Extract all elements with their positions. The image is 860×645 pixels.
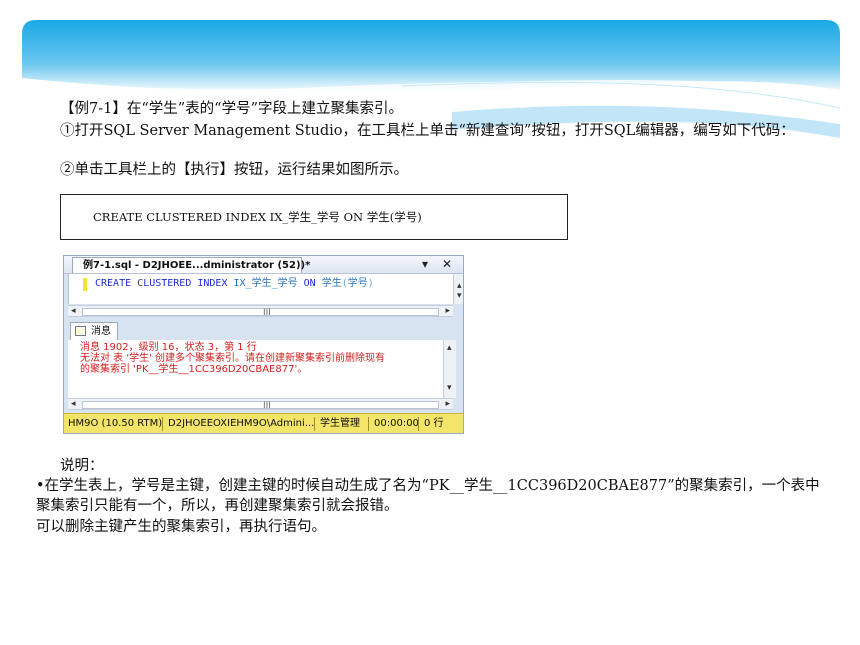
close-icon[interactable]: ✕ — [442, 256, 452, 273]
status-login: D2JHOEEOXIEHM9O\Admini... — [168, 418, 315, 429]
sql-editor[interactable]: CREATE CLUSTERED INDEX IX_学生_学号 ON 学生(学号… — [68, 274, 463, 304]
messages-tab[interactable]: 消息 — [70, 322, 118, 340]
messages-scroll-grip: III — [263, 401, 271, 411]
code-text: CREATE CLUSTERED INDEX IX_学生_学号 ON 学生(学号… — [93, 210, 422, 224]
status-database: 学生管理 — [320, 418, 360, 429]
table-name: 学生 — [321, 278, 342, 289]
note-last-line: 可以删除主键产生的聚集索引，再执行语句。 — [36, 519, 326, 535]
scroll-grip: III — [263, 308, 271, 318]
message-line-3: 的聚集索引 'PK__学生__1CC396D20CBAE877'。 — [80, 364, 308, 375]
messages-scroll-thumb[interactable]: III — [82, 401, 439, 411]
ssms-query-window: 例7-1.sql - D2JHOEE...dministrator (52))*… — [63, 255, 464, 434]
scroll-thumb[interactable]: III — [82, 308, 439, 318]
editor-horizontal-scrollbar[interactable]: ◂ III ▸ — [68, 305, 453, 318]
messages-scroll-right-icon[interactable]: ▸ — [445, 398, 450, 410]
messages-scroll-down-icon[interactable]: ▾ — [447, 382, 452, 394]
query-document-tab[interactable]: 例7-1.sql - D2JHOEE...dministrator (52))* — [72, 257, 310, 273]
status-server: HM9O (10.50 RTM) — [68, 418, 163, 429]
column-name: 学号 — [347, 278, 368, 289]
status-row-count: 0 行 — [424, 418, 444, 429]
messages-pane[interactable]: 消息 1902，级别 16，状态 3，第 1 行 无法对 表 '学生' 创建多个… — [68, 340, 443, 398]
step-2-text: ②单击工具栏上的【执行】按钮，运行结果如图所示。 — [60, 162, 408, 178]
example-heading: 【例7-1】在“学生”表的“学号”字段上建立聚集索引。 — [60, 101, 403, 117]
status-divider — [368, 417, 369, 431]
message-line-2: 无法对 表 '学生' 创建多个聚集索引。请在创建新聚集索引前删除现有 — [80, 353, 386, 364]
code-box: CREATE CLUSTERED INDEX IX_学生_学号 ON 学生(学号… — [60, 194, 568, 240]
messages-icon — [75, 326, 86, 336]
messages-tab-label: 消息 — [91, 326, 111, 337]
messages-vertical-scrollbar[interactable]: ▴ ▾ — [443, 340, 456, 398]
step-1-text: ①打开SQL Server Management Studio，在工具栏上单击“… — [60, 123, 795, 139]
scroll-down-icon[interactable]: ▾ — [457, 290, 462, 302]
messages-scroll-left-icon[interactable]: ◂ — [71, 398, 76, 410]
scroll-right-icon[interactable]: ▸ — [445, 305, 450, 317]
editor-vertical-scrollbar[interactable]: ▴ ▾ — [453, 274, 463, 304]
keyword-create: CREATE — [95, 278, 132, 289]
query-tab-title: 例7-1.sql - D2JHOEE...dministrator (52))* — [83, 260, 311, 271]
status-bar: HM9O (10.50 RTM) D2JHOEEOXIEHM9O\Admini.… — [64, 413, 463, 433]
index-name: IX_学生_学号 — [233, 278, 298, 289]
document-tab-strip: 例7-1.sql - D2JHOEE...dministrator (52))*… — [64, 256, 463, 274]
scroll-left-icon[interactable]: ◂ — [71, 305, 76, 317]
status-elapsed-time: 00:00:00 — [374, 418, 419, 429]
change-indicator-bar — [83, 278, 87, 291]
message-line-1: 消息 1902，级别 16，状态 3，第 1 行 — [80, 342, 257, 353]
keyword-on: ON — [303, 278, 316, 289]
sql-code-line[interactable]: CREATE CLUSTERED INDEX IX_学生_学号 ON 学生(学号… — [95, 275, 374, 293]
messages-scroll-up-icon[interactable]: ▴ — [447, 342, 452, 354]
messages-horizontal-scrollbar[interactable]: ◂ III ▸ — [68, 398, 453, 411]
status-divider — [314, 417, 315, 431]
note-bullet: •在学生表上，学号是主键，创建主键的时候自动生成了名为“PK__学生__1CC3… — [36, 478, 820, 514]
results-tab-strip: 消息 — [64, 318, 463, 340]
keyword-clustered-index: LUSTERED INDEX — [143, 278, 228, 289]
tab-dropdown-icon[interactable]: ▾ — [422, 256, 428, 273]
status-divider — [162, 417, 163, 431]
paren-close: ) — [367, 278, 374, 289]
status-divider — [418, 417, 419, 431]
note-title: 说明： — [60, 458, 104, 474]
